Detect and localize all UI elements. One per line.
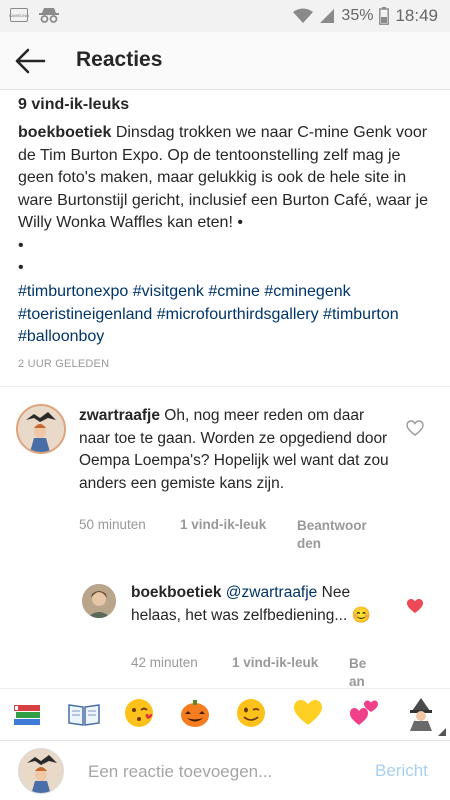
avatar-illustration — [18, 406, 64, 452]
caption-bullet: • — [18, 259, 24, 276]
current-user-avatar — [18, 748, 64, 794]
post-username[interactable]: boekboetiek — [18, 124, 111, 141]
post-timestamp: 2 UUR GELEDEN — [18, 358, 110, 370]
open-book-emoji-icon[interactable] — [67, 697, 100, 729]
winking-face-emoji-icon[interactable] — [235, 697, 267, 729]
caption-bullet: • — [18, 236, 24, 254]
emoji-quick-bar — [0, 688, 450, 740]
clock: 18:49 — [395, 6, 438, 25]
signal-icon — [320, 9, 335, 23]
yellow-heart-emoji-icon[interactable] — [292, 697, 324, 729]
avatar-photo — [82, 584, 116, 618]
samsung-icon: SAMSUNG — [9, 8, 29, 22]
comment-username[interactable]: boekboetiek — [131, 584, 221, 601]
battery-icon — [379, 7, 390, 25]
corner-triangle — [438, 728, 446, 736]
comment-mention[interactable]: @zwartraafje — [226, 584, 318, 601]
battery-percent: 35% — [341, 7, 374, 24]
app-bar: Reacties — [0, 32, 450, 90]
comment-time: 50 minuten — [79, 517, 146, 532]
heart-outline-icon[interactable] — [406, 420, 424, 436]
books-emoji-icon[interactable] — [11, 697, 43, 729]
incognito-icon — [39, 8, 59, 23]
avatar[interactable] — [82, 584, 116, 618]
send-button[interactable]: Bericht — [375, 761, 428, 781]
comment-username[interactable]: zwartraafje — [79, 407, 160, 424]
two-hearts-emoji-icon[interactable] — [348, 697, 380, 729]
post-hashtags[interactable]: #timburtonexpo #visitgenk #cmine #cmineg… — [18, 281, 436, 349]
post-caption: boekboetiek Dinsdag trokken we naar C-mi… — [18, 122, 436, 280]
status-bar: SAMSUNG 35% 18:49 — [0, 0, 450, 32]
comment-input[interactable] — [88, 760, 358, 784]
comment: zwartraafje Oh, nog meer reden om daar n… — [79, 405, 397, 495]
avatar[interactable] — [16, 404, 66, 454]
kissing-face-emoji-icon[interactable] — [123, 697, 155, 729]
heart-filled-icon[interactable] — [406, 598, 424, 614]
comment-likes[interactable]: 1 vind-ik-leuk — [180, 517, 266, 532]
page-title: Reacties — [76, 48, 163, 71]
back-arrow-icon[interactable] — [14, 47, 46, 75]
wifi-icon — [293, 8, 314, 23]
comment-likes[interactable]: 1 vind-ik-leuk — [232, 655, 318, 670]
mage-emoji-icon[interactable] — [404, 697, 436, 731]
pumpkin-emoji-icon[interactable] — [179, 697, 211, 729]
reply-button[interactable]: Beantwoor den — [297, 517, 367, 553]
reply-button[interactable]: Be an — [349, 655, 366, 691]
comment-time: 42 minuten — [131, 655, 198, 670]
comment: boekboetiek @zwartraafje Nee helaas, het… — [131, 582, 399, 627]
divider — [0, 386, 450, 387]
post-likes-count[interactable]: 9 vind-ik-leuks — [18, 96, 129, 114]
avatar-illustration — [19, 749, 63, 793]
